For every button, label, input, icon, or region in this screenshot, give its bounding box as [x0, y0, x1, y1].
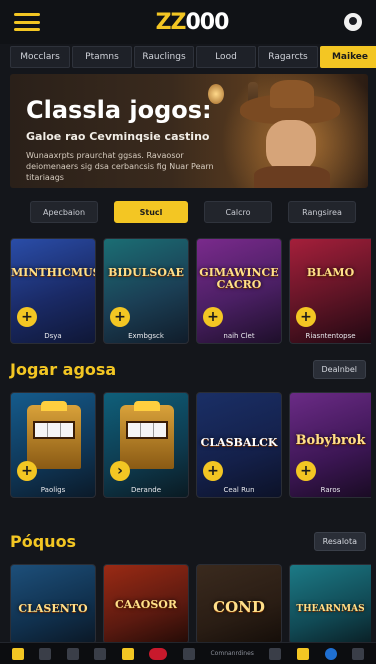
game-art-title: THEARNMAS	[296, 604, 365, 614]
game-card[interactable]: BLAMO + Riasntentopse	[289, 238, 371, 344]
cowboy-character-image	[240, 80, 340, 188]
site-logo[interactable]: ZZ000	[156, 9, 230, 35]
game-name: Derande	[130, 486, 162, 494]
filter-pills: Apecbaion Stucl Calcro Rangsirea	[30, 201, 356, 223]
game-card[interactable]: › Derande	[103, 392, 189, 498]
game-card[interactable]: Bobybrok + Raros	[289, 392, 371, 498]
poker-row: CLASENTO CAAOSOR COND THEARNMAS	[10, 564, 376, 644]
support-icon[interactable]	[94, 647, 107, 660]
hero-title: Classla jogos:	[26, 96, 212, 124]
wallet-icon[interactable]	[269, 647, 282, 660]
add-icon[interactable]: +	[203, 461, 223, 481]
hero-subtitle: Galoe rao Cevminqsie castino	[26, 130, 210, 143]
grid-icon[interactable]	[39, 647, 52, 660]
arrow-right-icon[interactable]: ›	[110, 461, 130, 481]
section-header-poquos: Póquos Resalota	[10, 532, 366, 551]
add-icon[interactable]: +	[296, 307, 316, 327]
game-card[interactable]: COND	[196, 564, 282, 644]
game-art-title: COND	[213, 598, 265, 616]
filter-apecbaion[interactable]: Apecbaion	[30, 201, 98, 223]
game-card[interactable]: MINTHICMUS + Dsya	[10, 238, 96, 344]
tab-maikee[interactable]: Maikee	[320, 46, 376, 68]
add-icon[interactable]: +	[17, 461, 37, 481]
game-art-title: BLAMO	[306, 266, 355, 279]
game-card[interactable]: THEARNMAS	[289, 564, 371, 644]
game-art-title: BIDULSOAE	[108, 266, 184, 279]
user-avatar-icon[interactable]	[344, 13, 362, 31]
slot-machine-icon	[120, 401, 174, 469]
game-name: Exmbgsck	[128, 332, 164, 340]
top-header: ZZ000	[0, 0, 376, 44]
game-art-title: Bobybrok	[295, 433, 366, 448]
hero-banner[interactable]: Classla jogos: Galoe rao Cevminqsie cast…	[10, 74, 368, 188]
game-name: Raros	[320, 486, 341, 494]
game-card[interactable]: CLASENTO	[10, 564, 96, 644]
game-card[interactable]: CLASBALCK + Ceal Run	[196, 392, 282, 498]
section-title: Póquos	[10, 532, 77, 551]
home-icon[interactable]	[11, 647, 24, 660]
hamburger-menu-icon[interactable]	[14, 13, 40, 31]
see-all-button[interactable]: Dealnbel	[312, 360, 366, 379]
tab-lood[interactable]: Lood	[196, 46, 256, 68]
slot-machine-icon	[27, 401, 81, 469]
featured-games-row: MINTHICMUS + Dsya BIDULSOAE + Exmbgsck G…	[10, 238, 376, 344]
clock-icon[interactable]	[182, 647, 195, 660]
game-art-title: CLASENTO	[18, 602, 88, 615]
add-icon[interactable]: +	[203, 307, 223, 327]
live-icon[interactable]	[149, 647, 168, 660]
globe-icon[interactable]	[324, 647, 337, 660]
category-tabs: Mocclars Ptamns Rauclings Lood Ragarcts …	[10, 46, 376, 70]
see-all-button[interactable]: Resalota	[313, 532, 366, 551]
tab-ragarcts[interactable]: Ragarcts	[258, 46, 318, 68]
game-card[interactable]: GIMAWINCE CACRO + naih Clet	[196, 238, 282, 344]
section-header-jogar-agosa: Jogar agosa Dealnbel	[10, 360, 366, 379]
filter-calcro[interactable]: Calcro	[204, 201, 272, 223]
game-art-title: CLASBALCK	[200, 436, 278, 449]
tab-ptamns[interactable]: Ptamns	[72, 46, 132, 68]
slots-row: + Paoligs › Derande CLASBALCK + Ceal Run…	[10, 392, 376, 498]
chat-icon[interactable]	[66, 647, 79, 660]
section-title: Jogar agosa	[10, 360, 117, 379]
logo-text: 000	[185, 9, 229, 35]
add-icon[interactable]: +	[296, 461, 316, 481]
taskbar-label: Comnanrdines	[210, 650, 254, 657]
filter-rangsirea[interactable]: Rangsirea	[288, 201, 356, 223]
game-name: Ceal Run	[223, 486, 255, 494]
cards-icon[interactable]	[297, 647, 309, 660]
hero-description: Wunaaxrpts praurchat ggsas. Ravaosor dei…	[26, 151, 214, 182]
add-icon[interactable]: +	[110, 307, 130, 327]
game-card[interactable]: CAAOSOR	[103, 564, 189, 644]
game-name: Paoligs	[40, 486, 66, 494]
settings-icon[interactable]	[352, 647, 365, 660]
game-art-title: MINTHICMUS	[11, 266, 96, 279]
bottom-taskbar: Comnanrdines	[0, 642, 376, 664]
game-name: Dsya	[44, 332, 62, 340]
game-art-title: CAAOSOR	[114, 598, 178, 611]
trophy-icon[interactable]	[121, 647, 134, 660]
game-name: naih Clet	[223, 332, 255, 340]
tab-mocclars[interactable]: Mocclars	[10, 46, 70, 68]
tab-rauclings[interactable]: Rauclings	[134, 46, 194, 68]
filter-stucl[interactable]: Stucl	[114, 201, 188, 223]
game-art-title: GIMAWINCE CACRO	[199, 266, 279, 291]
game-card[interactable]: BIDULSOAE + Exmbgsck	[103, 238, 189, 344]
add-icon[interactable]: +	[17, 307, 37, 327]
game-name: Riasntentopse	[305, 332, 356, 340]
game-card[interactable]: + Paoligs	[10, 392, 96, 498]
